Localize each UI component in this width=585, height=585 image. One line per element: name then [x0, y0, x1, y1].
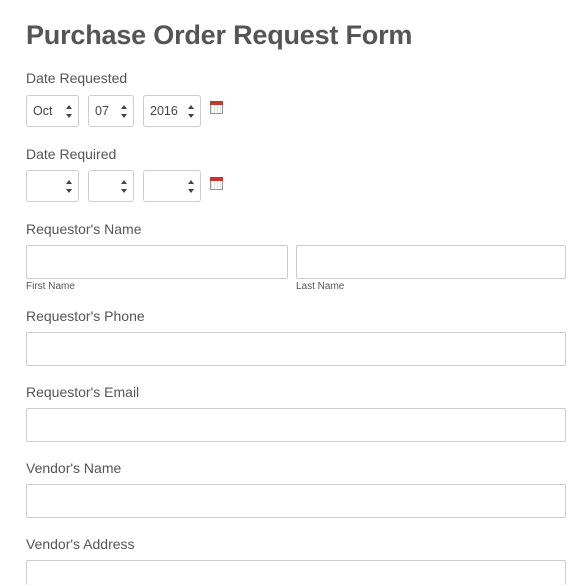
date-requested-month-select[interactable]: Oct	[26, 95, 79, 127]
date-requested-day-select[interactable]: 07	[88, 95, 134, 127]
select-arrows-icon	[66, 180, 72, 193]
first-name-sublabel: First Name	[26, 281, 75, 292]
select-arrows-icon	[66, 105, 72, 118]
vendor-address-input[interactable]	[26, 560, 566, 585]
form-title: Purchase Order Request Form	[26, 20, 413, 50]
date-required-year-select[interactable]	[143, 170, 201, 202]
requestor-email-label: Requestor's Email	[26, 384, 140, 400]
vendor-name-input[interactable]	[26, 484, 566, 518]
requestor-phone-label: Requestor's Phone	[26, 308, 145, 324]
date-required-month-select[interactable]	[26, 170, 79, 202]
select-arrows-icon	[188, 105, 194, 118]
requestor-email-input[interactable]	[26, 408, 566, 442]
requestor-phone-input[interactable]	[26, 332, 566, 366]
select-arrows-icon	[121, 180, 127, 193]
select-arrows-icon	[188, 180, 194, 193]
last-name-sublabel: Last Name	[296, 281, 345, 292]
calendar-icon[interactable]	[210, 177, 223, 190]
date-requested-day-value: 07	[95, 104, 109, 118]
calendar-icon[interactable]	[210, 101, 223, 114]
date-requested-year-select[interactable]: 2016	[143, 95, 201, 127]
date-required-day-select[interactable]	[88, 170, 134, 202]
last-name-input[interactable]	[296, 245, 566, 279]
first-name-input[interactable]	[26, 245, 288, 279]
vendor-address-label: Vendor's Address	[26, 536, 135, 552]
select-arrows-icon	[121, 105, 127, 118]
vendor-name-label: Vendor's Name	[26, 460, 122, 476]
requestor-name-label: Requestor's Name	[26, 221, 142, 237]
date-required-label: Date Required	[26, 146, 117, 162]
date-requested-label: Date Requested	[26, 70, 128, 86]
